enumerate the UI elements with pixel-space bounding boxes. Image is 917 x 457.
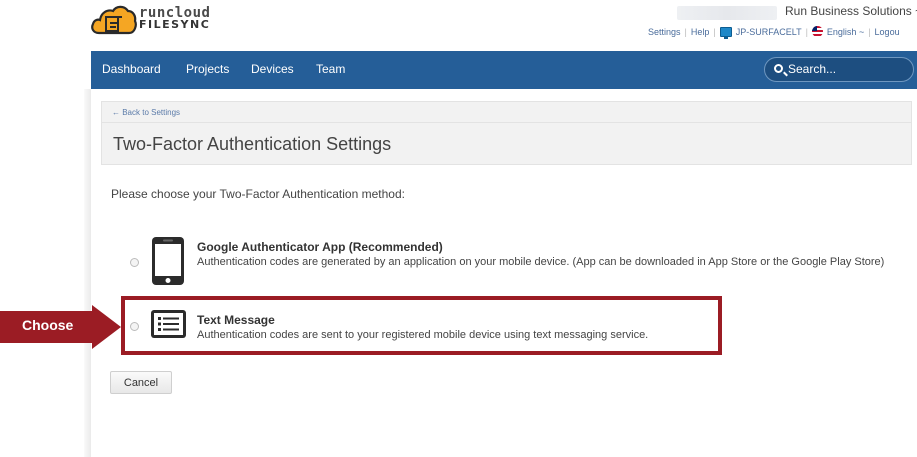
- device-link[interactable]: JP-SURFACELT: [736, 27, 802, 37]
- google-authenticator-radio[interactable]: [130, 258, 139, 267]
- language-selector[interactable]: English ~: [827, 27, 864, 37]
- user-name-redacted: [677, 6, 777, 20]
- company-menu[interactable]: Run Business Solutions ~: [785, 4, 917, 18]
- help-link[interactable]: Help: [691, 27, 710, 37]
- option-description: Authentication codes are generated by an…: [197, 256, 885, 268]
- uk-flag-icon: [811, 26, 823, 37]
- logo-subtitle: FILESYNC: [139, 18, 211, 31]
- option-title: Google Authenticator App (Recommended): [197, 240, 443, 254]
- top-links: Settings | Help | JP-SURFACELT | English…: [648, 26, 900, 39]
- main-nav: Dashboard Projects Devices Team Search..…: [91, 51, 917, 89]
- separator: |: [868, 26, 871, 37]
- page-title: Two-Factor Authentication Settings: [113, 134, 392, 154]
- choose-label: Choose: [22, 317, 74, 333]
- divider: [102, 122, 911, 123]
- nav-projects[interactable]: Projects: [186, 62, 229, 76]
- highlight-box: [121, 296, 722, 355]
- monitor-icon: [719, 26, 732, 39]
- nav-devices[interactable]: Devices: [251, 62, 294, 76]
- cancel-button[interactable]: Cancel: [110, 371, 172, 394]
- method-prompt: Please choose your Two-Factor Authentica…: [111, 187, 405, 201]
- back-to-settings-link[interactable]: ← Back to Settings: [112, 108, 180, 117]
- cloud-logo-icon: [91, 5, 137, 35]
- separator: |: [805, 26, 808, 37]
- page-edge: [84, 89, 91, 457]
- nav-team[interactable]: Team: [316, 62, 345, 76]
- separator: |: [684, 26, 687, 37]
- smartphone-icon: [152, 237, 184, 285]
- logout-link[interactable]: Logou: [875, 27, 900, 37]
- app-header: runcloud FILESYNC Run Business Solutions…: [0, 0, 917, 50]
- settings-link[interactable]: Settings: [648, 27, 681, 37]
- runcloud-logo[interactable]: runcloud FILESYNC: [91, 3, 231, 37]
- search-icon: [774, 64, 783, 73]
- search-input[interactable]: Search...: [764, 57, 914, 82]
- search-placeholder: Search...: [788, 62, 837, 76]
- settings-title-panel: ← Back to Settings Two-Factor Authentica…: [101, 101, 912, 165]
- separator: |: [713, 26, 716, 37]
- nav-dashboard[interactable]: Dashboard: [102, 62, 161, 76]
